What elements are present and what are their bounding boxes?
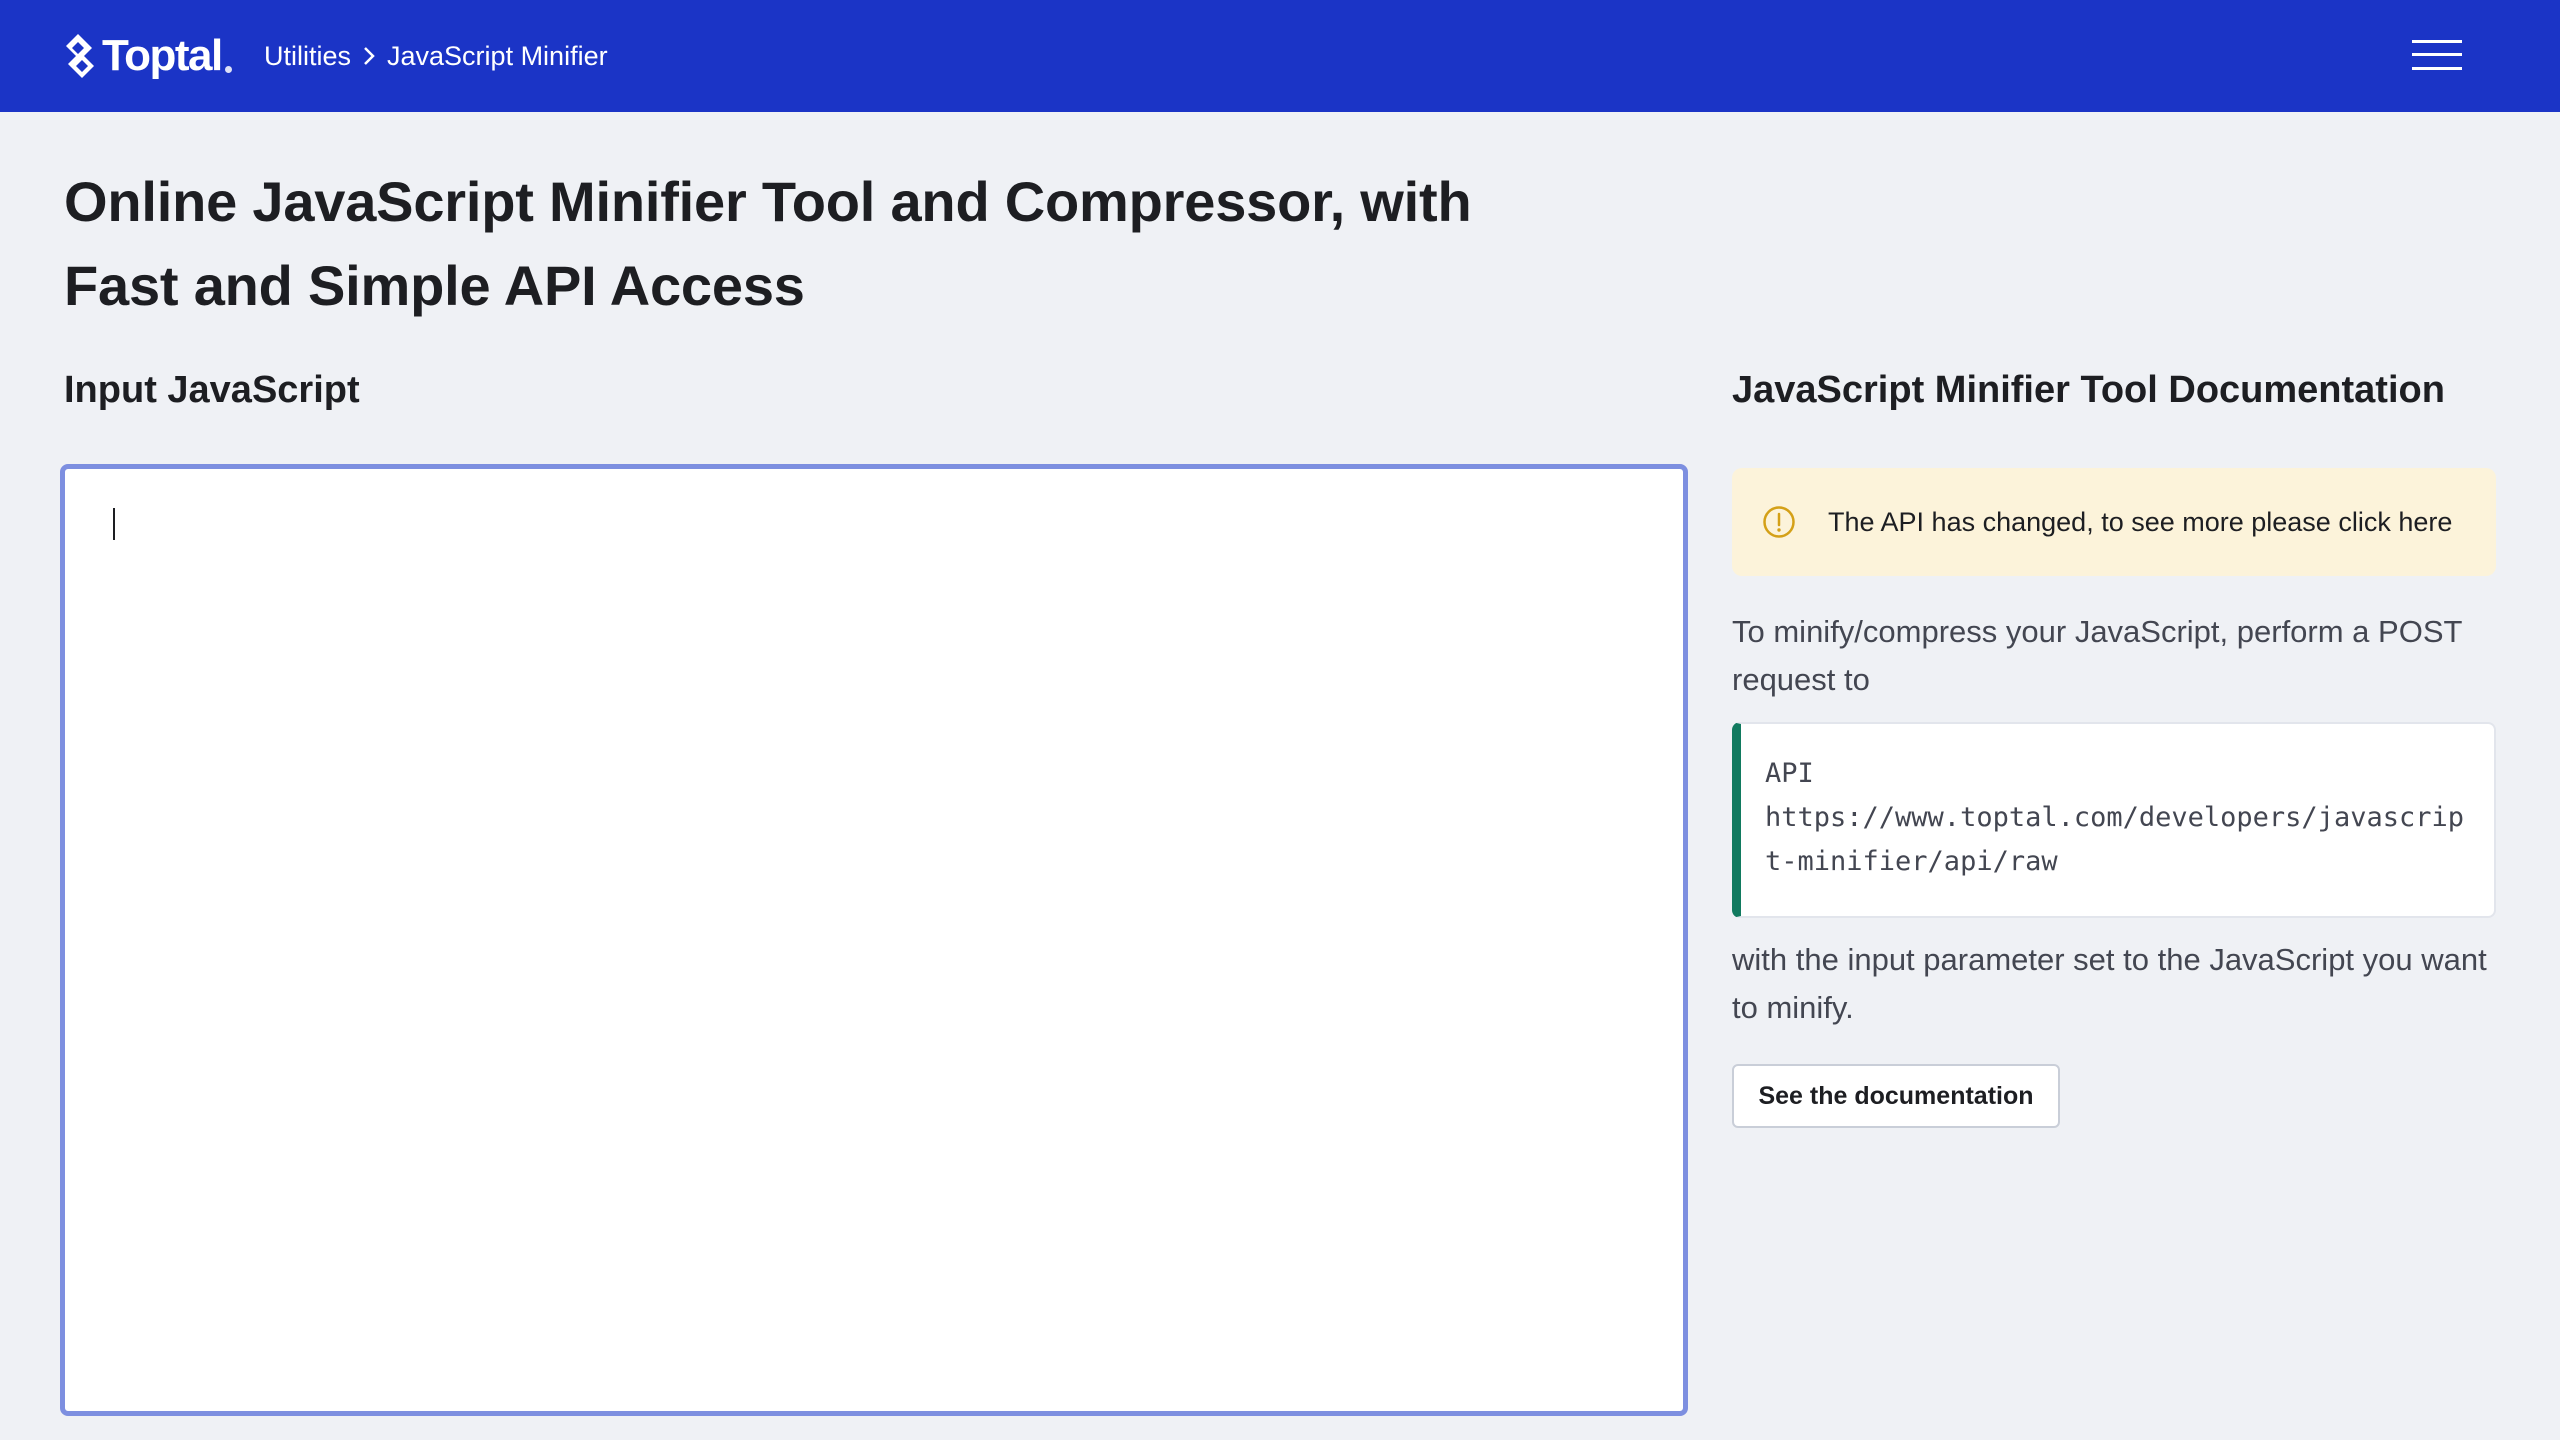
text-caret xyxy=(113,508,115,540)
api-param-text: with the input parameter set to the Java… xyxy=(1732,942,2487,1025)
warning-circle-icon xyxy=(1763,506,1795,538)
javascript-input-editor[interactable] xyxy=(60,464,1688,1416)
breadcrumb-current-page: JavaScript Minifier xyxy=(387,40,608,71)
page-title: Online JavaScript Minifier Tool and Comp… xyxy=(64,170,1472,317)
notice-text: The API has changed, to see more please … xyxy=(1828,506,2453,537)
api-intro-text: To minify/compress your JavaScript, perf… xyxy=(1732,614,2462,697)
chevron-right-icon xyxy=(359,42,379,70)
api-label: API xyxy=(1765,758,1814,789)
toptal-logo[interactable]: Toptal xyxy=(64,30,232,82)
hamburger-menu-icon[interactable] xyxy=(2412,38,2464,74)
breadcrumb-utilities-link[interactable]: Utilities xyxy=(264,41,351,72)
api-changed-notice[interactable]: The API has changed, to see more please … xyxy=(1732,468,2496,576)
breadcrumb: Utilities JavaScript Minifier xyxy=(264,38,608,74)
api-endpoint-url: https://www.toptal.com/developers/javasc… xyxy=(1765,802,2464,877)
logo-registered-dot xyxy=(224,65,232,73)
logo-wordmark: Toptal xyxy=(102,31,223,80)
toptal-logo-icon xyxy=(66,34,94,78)
documentation-heading: JavaScript Minifier Tool Documentation xyxy=(1732,369,2445,411)
api-endpoint-box: API https://www.toptal.com/developers/ja… xyxy=(1732,722,2496,918)
see-documentation-button[interactable]: See the documentation xyxy=(1732,1064,2060,1128)
top-navigation-bar: Toptal Utilities JavaScript Minifier xyxy=(0,0,2560,112)
input-javascript-heading: Input JavaScript xyxy=(64,369,360,411)
